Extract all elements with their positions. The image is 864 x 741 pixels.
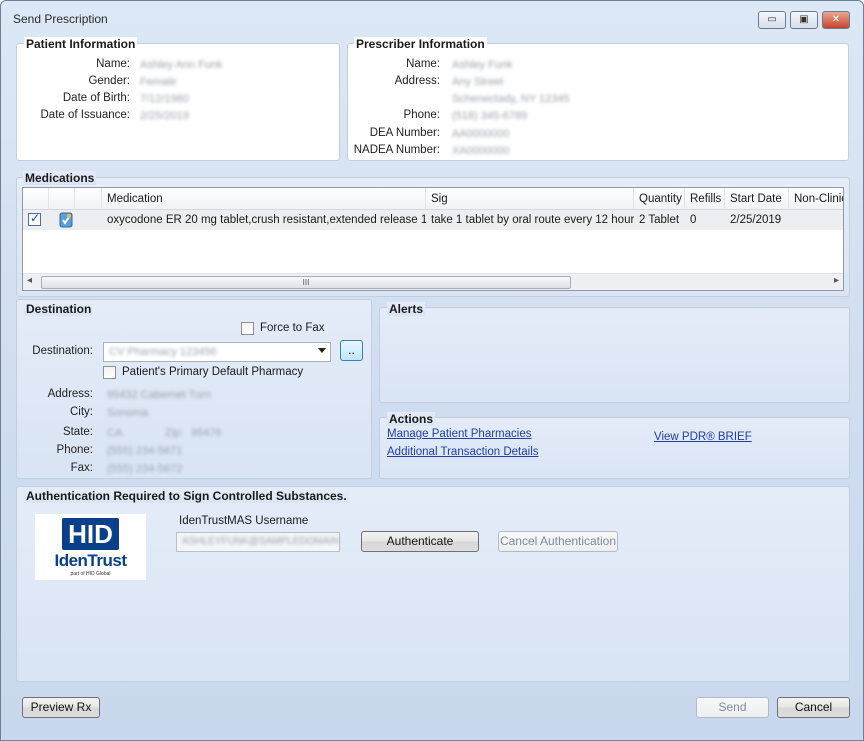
cell-medication: oxycodone ER 20 mg tablet,crush resistan… [107,214,426,226]
column-header-sig[interactable]: Sig [426,188,634,210]
destination-dropdown[interactable]: CV Pharmacy 123456 [103,342,331,362]
minimize-button[interactable]: ▭ [758,11,786,29]
browse-pharmacy-button[interactable]: .. [340,340,363,361]
maximize-icon: ▣ [799,14,809,25]
scroll-left-icon[interactable]: ◂ [27,275,32,286]
pharmacy-address-value: 99432 Cabernet Turn [107,389,211,401]
identrust-tagline: part of HID Global [70,571,111,577]
cell-quantity: 2 Tablet [639,214,680,226]
grid-header: Medication Sig Quantity Refills Start Da… [23,188,843,210]
authenticate-button[interactable]: Authenticate [361,531,479,552]
username-input[interactable]: ASHLEYFUNK@SAMPLEDOMAIN [176,532,340,552]
patient-issuance-label: Date of Issuance: [40,109,131,121]
cancel-button[interactable]: Cancel [777,697,850,718]
pharmacy-phone-label: Phone: [56,444,93,456]
cell-non-clinic [789,210,843,230]
patient-gender-value: Female [140,76,177,88]
patient-information-panel: Patient Information Name: Gender: Date o… [16,37,340,161]
medications-title: Medications [23,171,97,185]
window-title: Send Prescription [13,12,108,26]
identrust-logo: HID IdenTrust part of HID Global [35,514,146,580]
prescriber-name-label: Name: [406,58,440,70]
maximize-button[interactable]: ▣ [790,11,818,29]
alerts-panel: Alerts [379,302,850,403]
prescriber-dea-label: DEA Number: [369,127,440,139]
flag-column-header [75,188,102,210]
patient-gender-label: Gender: [88,75,130,87]
prescriber-phone-value: (518) 345-6789 [452,110,528,122]
prescriber-information-title: Prescriber Information [354,37,487,51]
medications-grid: Medication Sig Quantity Refills Start Da… [22,187,844,291]
manage-pharmacies-link[interactable]: Manage Patient Pharmacies [387,428,531,440]
column-header-refills[interactable]: Refills [685,188,725,210]
pharmacy-zip-value: 95476 [191,427,222,439]
minimize-icon: ▭ [767,14,777,25]
scroll-grip-icon: III [302,278,310,287]
close-icon: ✕ [831,14,841,25]
scroll-thumb[interactable]: III [41,276,571,289]
primary-default-checkbox[interactable] [103,366,116,379]
prescriber-phone-label: Phone: [403,109,440,121]
transaction-details-link[interactable]: Additional Transaction Details [387,446,539,458]
patient-name-label: Name: [96,58,130,70]
patient-issuance-value: 2/25/2019 [140,110,189,122]
icon-column-header [49,188,75,210]
select-column-header [23,188,49,210]
destination-selected-value: CV Pharmacy 123456 [109,346,217,358]
patient-dob-label: Date of Birth: [62,92,130,104]
prescriber-dea-value: AA0000000 [452,128,510,140]
preview-rx-button[interactable]: Preview Rx [22,697,100,718]
medication-select-checkbox[interactable] [28,211,41,226]
patient-information-title: Patient Information [24,37,138,51]
column-header-start-date[interactable]: Start Date [725,188,789,210]
column-header-quantity[interactable]: Quantity [634,188,685,210]
authentication-title: Authentication Required to Sign Controll… [24,489,349,503]
hid-logo-mark: HID [62,518,119,550]
cell-sig: take 1 tablet by oral route every 12 hou… [431,214,634,226]
pharmacy-phone-value: (555) 234-5671 [107,445,183,457]
pharmacy-address-label: Address: [47,388,93,400]
view-pdr-brief-link[interactable]: View PDR® BRIEF [654,431,752,443]
destination-title: Destination [24,302,94,316]
prescriber-name-value: Ashley Funk [452,59,513,71]
cell-refills: 0 [690,214,697,226]
prescriber-address-line1: Any Street [452,76,504,88]
send-button[interactable]: Send [696,697,769,718]
scroll-right-icon[interactable]: ▸ [834,275,839,286]
horizontal-scrollbar[interactable]: ◂ III ▸ [23,273,843,290]
username-value: ASHLEYFUNK@SAMPLEDOMAIN [182,536,340,547]
prescriber-address-label: Address: [394,75,440,87]
prescription-status-icon [59,212,73,228]
column-header-non-clinic[interactable]: Non-Clinic [789,188,843,210]
close-button[interactable]: ✕ [822,11,850,29]
prescriber-address-line2: Schenectady, NY 12345 [452,93,570,105]
table-row[interactable]: oxycodone ER 20 mg tablet,crush resistan… [23,210,843,230]
pharmacy-city-value: Sonoma [107,407,148,419]
title-bar: Send Prescription ▭ ▣ ✕ [1,1,863,35]
patient-name-value: Ashley Ann Funk [140,59,223,71]
primary-default-label: Patient's Primary Default Pharmacy [122,366,304,378]
prescriber-nadea-label: NADEA Number: [353,144,440,156]
prescriber-nadea-value: XA0000000 [452,145,510,157]
alerts-title: Alerts [387,302,426,316]
prescriber-information-panel: Prescriber Information Name: Address: Ph… [347,37,849,161]
send-prescription-window: Send Prescription ▭ ▣ ✕ Patient Informat… [0,0,864,741]
pharmacy-fax-value: (555) 234-5672 [107,463,183,475]
patient-dob-value: 7/12/1980 [140,93,189,105]
identrust-wordmark: IdenTrust [54,551,127,570]
pharmacy-city-label: City: [70,406,93,418]
force-fax-label: Force to Fax [260,322,325,334]
actions-title: Actions [387,412,436,426]
username-label: IdenTrustMAS Username [179,515,309,527]
chevron-down-icon [318,348,326,353]
cancel-authentication-button[interactable]: Cancel Authentication [498,531,618,552]
pharmacy-state-label: State: [62,426,93,438]
force-fax-checkbox[interactable] [241,322,254,335]
pharmacy-state-value: CA [107,427,123,439]
column-header-medication[interactable]: Medication [102,188,426,210]
cell-start-date: 2/25/2019 [730,214,782,226]
pharmacy-zip-label: Zip: [165,427,184,439]
pharmacy-fax-label: Fax: [70,462,93,474]
destination-label: Destination: [32,345,93,357]
